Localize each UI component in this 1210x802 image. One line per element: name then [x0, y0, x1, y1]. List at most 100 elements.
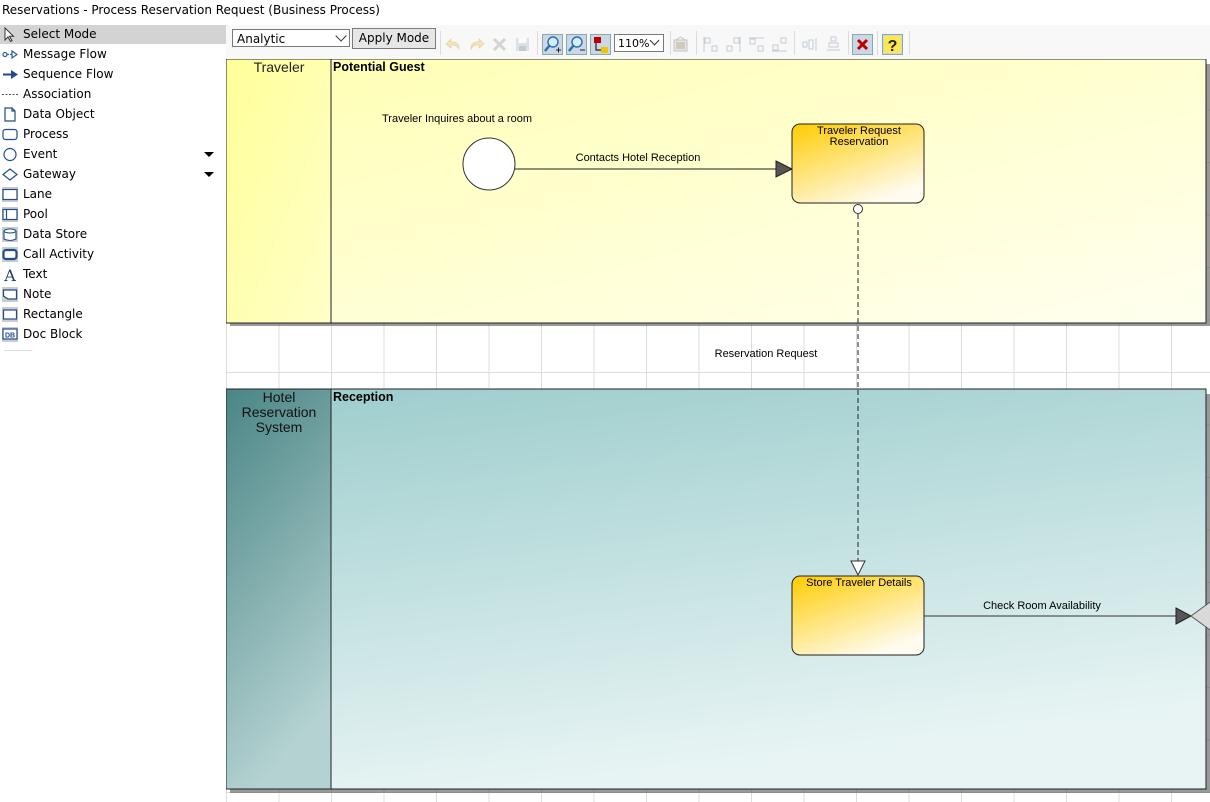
flow-label: Reservation Request: [715, 348, 818, 360]
palette-item-doc-block[interactable]: DB Doc Block: [0, 325, 226, 344]
palette-item-association[interactable]: Association: [0, 85, 226, 104]
palette-item-label: Sequence Flow: [23, 67, 114, 81]
zoom-out-button[interactable]: [566, 34, 587, 55]
palette-item-gateway[interactable]: Gateway: [0, 165, 226, 184]
zoom-out-icon: [568, 36, 585, 52]
delete-button[interactable]: [489, 34, 510, 55]
close-icon: [856, 38, 869, 51]
align-right-icon: [726, 37, 741, 52]
toolbar-divider: [877, 31, 878, 55]
palette-item-event[interactable]: Event: [0, 145, 226, 164]
process-icon: [2, 128, 18, 141]
rectangle-icon: [2, 307, 18, 322]
zoom-level-select[interactable]: 110%: [614, 34, 664, 52]
start-event[interactable]: [462, 137, 516, 191]
diagram-svg: Traveler Potential Guest Hotel Reservati…: [226, 59, 1210, 793]
toolbar: Analytic Apply Mode 110% ?: [226, 25, 1210, 59]
toggle-tree-icon: [594, 37, 608, 53]
palette-item-lane[interactable]: Lane: [0, 185, 226, 204]
align-left-icon: [703, 37, 718, 52]
task-label: Store Traveler Details: [806, 577, 912, 589]
pool-name-line: System: [256, 419, 303, 435]
palette-item-label: Select Mode: [23, 27, 97, 41]
task-store-traveler-details[interactable]: Store Traveler Details: [791, 575, 925, 656]
dropdown-arrow-icon[interactable]: [204, 152, 214, 157]
mode-select-value: Analytic: [237, 32, 286, 46]
note-icon: [2, 287, 18, 302]
call-activity-icon: [2, 247, 18, 262]
palette-item-rectangle[interactable]: Rectangle: [0, 305, 226, 324]
palette-item-label: Lane: [23, 187, 53, 201]
palette-item-select-mode[interactable]: Select Mode: [0, 25, 226, 44]
redo-button[interactable]: [466, 34, 487, 55]
palette-item-data-object[interactable]: Data Object: [0, 105, 226, 124]
pool-header: [226, 388, 332, 790]
palette-item-label: Message Flow: [23, 47, 107, 61]
lane-icon: [2, 187, 18, 202]
align-bottom-icon: [772, 37, 787, 52]
doc-block-icon: DB: [2, 327, 18, 342]
pool-hotel-reservation-system[interactable]: Hotel Reservation System Reception: [226, 388, 1210, 793]
chevron-down-icon: [649, 35, 660, 46]
lane-name: Reception: [333, 390, 393, 404]
toggle-tree-button[interactable]: [590, 34, 611, 55]
palette-item-label: Pool: [23, 207, 48, 221]
pool-name-line: Hotel: [263, 389, 296, 405]
distribute-horizontal-button[interactable]: [800, 34, 821, 55]
distribute-vertical-button[interactable]: [823, 34, 844, 55]
apply-mode-button[interactable]: Apply Mode: [352, 28, 436, 49]
palette-item-label: Gateway: [23, 167, 77, 181]
chevron-down-icon: [335, 30, 347, 42]
align-bottom-button[interactable]: [769, 34, 790, 55]
align-top-button[interactable]: [746, 34, 767, 55]
pool-traveler[interactable]: Traveler Potential Guest: [226, 59, 1210, 326]
data-store-icon: [2, 227, 18, 242]
align-top-icon: [749, 37, 764, 52]
palette-item-label: Doc Block: [23, 327, 83, 341]
zoom-in-button[interactable]: [542, 34, 563, 55]
align-right-button[interactable]: [723, 34, 744, 55]
dropdown-arrow-icon[interactable]: [204, 172, 214, 177]
data-object-icon: [4, 107, 16, 122]
palette-item-pool[interactable]: Pool: [0, 205, 226, 224]
palette-item-label: Association: [23, 87, 92, 101]
palette-item-label: Event: [23, 147, 58, 161]
palette-item-label: Text: [23, 267, 48, 281]
palette-item-message-flow[interactable]: Message Flow: [0, 45, 226, 64]
message-flow-icon: [2, 49, 18, 60]
shape-palette: Select Mode Message Flow Sequence Flow A…: [0, 25, 226, 802]
toolbar-divider: [848, 31, 849, 55]
export-image-button[interactable]: [670, 34, 691, 55]
palette-item-label: Note: [23, 287, 52, 301]
svg-text:?: ?: [888, 38, 898, 54]
save-button[interactable]: [512, 34, 533, 55]
palette-item-note[interactable]: Note: [0, 285, 226, 304]
gateway-icon: [2, 168, 18, 181]
text-icon: A: [3, 267, 16, 282]
diagram-canvas[interactable]: Traveler Potential Guest Hotel Reservati…: [226, 59, 1210, 802]
association-icon: [2, 94, 18, 95]
zoom-level-value: 110%: [618, 37, 650, 50]
message-flow-origin-icon: [853, 204, 863, 214]
svg-text:A: A: [3, 267, 16, 282]
palette-item-sequence-flow[interactable]: Sequence Flow: [0, 65, 226, 84]
mode-select[interactable]: Analytic: [232, 29, 350, 47]
palette-item-text[interactable]: A Text: [0, 265, 226, 284]
undo-button[interactable]: [443, 34, 464, 55]
help-button[interactable]: ?: [882, 34, 903, 55]
sequence-flow-icon: [3, 70, 18, 79]
window-title: Reservations - Process Reservation Reque…: [2, 3, 380, 17]
close-button[interactable]: [852, 34, 873, 55]
delete-icon: [492, 37, 507, 52]
palette-item-call-activity[interactable]: Call Activity: [0, 245, 226, 264]
palette-item-process[interactable]: Process: [0, 125, 226, 144]
toolbar-divider: [909, 31, 910, 55]
lane-name: Potential Guest: [333, 60, 426, 74]
toolbar-divider: [794, 31, 795, 55]
task-traveler-request-reservation[interactable]: Traveler Request Reservation: [791, 123, 925, 204]
toolbar-divider: [537, 31, 538, 55]
pool-name: Traveler: [254, 59, 305, 75]
palette-item-data-store[interactable]: Data Store: [0, 225, 226, 244]
toolbar-divider: [696, 31, 697, 55]
align-left-button[interactable]: [700, 34, 721, 55]
